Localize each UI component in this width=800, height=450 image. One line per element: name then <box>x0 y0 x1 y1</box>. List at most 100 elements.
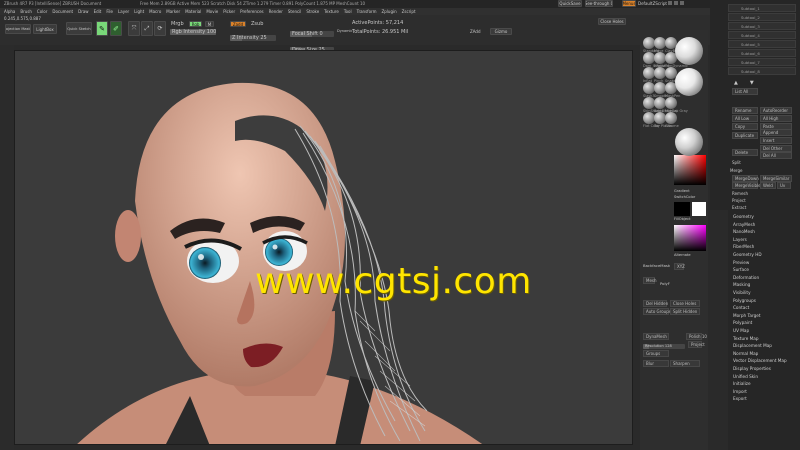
all-low-button[interactable]: All Low <box>732 115 758 122</box>
default-zscript-link[interactable]: DefaultZScript <box>638 2 667 6</box>
subtool-row[interactable]: Subtool_3 <box>728 22 796 30</box>
menu-item[interactable]: Edit <box>94 9 102 14</box>
project-section[interactable]: Project <box>732 199 746 203</box>
backface-mask-label[interactable]: BackfaceMask <box>643 264 670 268</box>
delete-button[interactable]: Delete <box>732 149 758 156</box>
zadd-toggle[interactable]: Zadd <box>230 21 246 27</box>
resolution-slider[interactable]: Resolution 128 <box>643 344 685 349</box>
tool-menu-item[interactable]: UV Map <box>733 328 749 333</box>
dynamesh-button[interactable]: DynaMesh <box>643 333 669 340</box>
tool-menu-item[interactable]: Geometry <box>733 214 754 219</box>
menu-item[interactable]: File <box>106 9 113 14</box>
menu-item[interactable]: Material <box>185 9 201 14</box>
tool-menu-item[interactable]: Morph Target <box>733 313 761 318</box>
tool-menu-item[interactable]: Geometry HD <box>733 252 762 257</box>
menu-item[interactable]: Preferences <box>240 9 264 14</box>
del-all-button[interactable]: Del All <box>760 152 792 159</box>
subtool-row[interactable]: Subtool_7 <box>728 58 796 66</box>
blur-button[interactable]: Blur <box>643 360 669 367</box>
tool-menu-item[interactable]: Surface <box>733 267 749 272</box>
material-preview[interactable] <box>675 128 703 156</box>
menu-item[interactable]: Tool <box>344 9 352 14</box>
xyz-toggle[interactable]: XYZ <box>674 263 685 270</box>
close-icon[interactable] <box>680 1 684 5</box>
dynamic-toggle[interactable]: Dynamic <box>337 29 352 34</box>
zsub-toggle[interactable]: Zsub <box>251 22 263 27</box>
menu-item[interactable]: Color <box>37 9 47 14</box>
polyframe-label[interactable]: PolyF <box>660 282 670 286</box>
menu-item[interactable]: Render <box>269 9 283 14</box>
sharpen-button[interactable]: Sharpen <box>670 360 700 367</box>
menu-item[interactable]: Document <box>52 9 73 14</box>
menu-item[interactable]: Marker <box>166 9 180 14</box>
split-hidden-button[interactable]: Split Hidden <box>670 308 700 315</box>
mesh-icon[interactable]: Mesh <box>643 277 657 284</box>
all-high-button[interactable]: All High <box>760 115 792 122</box>
menu-item[interactable]: Layer <box>118 9 129 14</box>
close-holes-button[interactable]: Close Holes <box>670 300 700 307</box>
del-hidden-button[interactable]: Del Hidden <box>643 300 668 307</box>
tool-menu-item[interactable]: Vector Displacement Map <box>733 358 787 363</box>
projection-master-button[interactable]: Projection Master <box>5 24 31 34</box>
tool-menu-item[interactable]: Polypaint <box>733 320 752 325</box>
see-through-slider[interactable]: See-through 0 <box>585 0 613 7</box>
append-button[interactable]: Append <box>760 129 792 136</box>
menu-item[interactable]: Brush <box>20 9 32 14</box>
tool-menu-item[interactable]: Visibility <box>733 290 751 295</box>
merge-similar-button[interactable]: MergeSimilar <box>760 175 792 182</box>
subtool-row[interactable]: Subtool_1 <box>728 4 796 12</box>
z-intensity-slider[interactable]: Z Intensity 25 <box>230 35 276 41</box>
tool-menu-item[interactable]: Import <box>733 389 747 394</box>
tool-menu-item[interactable]: Export <box>733 396 747 401</box>
menu-item[interactable]: Draw <box>78 9 88 14</box>
polish-slider[interactable]: Polish 10 <box>686 333 707 340</box>
menu-item[interactable]: Macro <box>149 9 161 14</box>
rotate-button[interactable]: ⟳ <box>154 21 166 36</box>
uv-toggle[interactable]: Uv <box>777 182 791 189</box>
brush-tile[interactable] <box>665 112 677 124</box>
document-canvas[interactable]: www.cgtsj.com <box>14 50 633 445</box>
menu-item[interactable]: Light <box>134 9 144 14</box>
tool-menu-item[interactable]: Contact <box>733 305 749 310</box>
menu-item[interactable]: Zplugin <box>382 9 397 14</box>
menu-item[interactable]: Picker <box>223 9 235 14</box>
list-all-button[interactable]: List All <box>732 88 758 95</box>
minimize-icon[interactable] <box>668 1 672 5</box>
weld-toggle[interactable]: Weld <box>760 182 776 189</box>
maximize-icon[interactable] <box>674 1 678 5</box>
rgb-toggle[interactable]: Rgb <box>189 21 202 27</box>
menu-item[interactable]: Alpha <box>4 9 15 14</box>
split-section[interactable]: Split <box>732 161 741 165</box>
tool-menu-item[interactable]: Initialize <box>733 381 751 386</box>
menu-item[interactable]: Movie <box>206 9 218 14</box>
tool-menu-item[interactable]: Deformation <box>733 275 759 280</box>
subtool-row[interactable]: Subtool_5 <box>728 40 796 48</box>
tool-menu-item[interactable]: Layers <box>733 237 747 242</box>
tool-menu-item[interactable]: Masking <box>733 282 750 287</box>
color-picker-2[interactable] <box>674 225 706 251</box>
auto-reorder-button[interactable]: AutoReorder <box>760 107 792 114</box>
tool-menu-item[interactable]: Polygroups <box>733 298 756 303</box>
arrow-up-icon[interactable]: ▲ <box>734 80 738 86</box>
sculpt-model[interactable] <box>15 51 633 445</box>
material-preview[interactable] <box>675 68 703 96</box>
quick-sketch-button[interactable]: Quick Sketch <box>66 22 92 35</box>
secondary-color-swatch[interactable] <box>692 202 706 216</box>
mrgb-label[interactable]: Mrgb <box>171 22 184 27</box>
subtool-row[interactable]: Subtool_8 <box>728 67 796 75</box>
quicksave-button[interactable]: QuickSave <box>558 0 582 7</box>
groups-button[interactable]: Groups <box>643 350 669 357</box>
duplicate-button[interactable]: Duplicate <box>732 132 758 139</box>
tool-menu-item[interactable]: Display Properties <box>733 366 771 371</box>
main-color-swatch[interactable] <box>674 202 690 216</box>
menu-item[interactable]: Transform <box>357 9 377 14</box>
switch-color-label[interactable]: SwitchColor <box>674 195 695 200</box>
lightbox-button[interactable]: LightBox <box>33 24 57 34</box>
tool-menu-item[interactable]: Displacement Map <box>733 343 772 348</box>
merge-section[interactable]: Merge <box>730 169 743 173</box>
edit-button[interactable]: ✎ <box>96 21 108 36</box>
tool-menu-item[interactable]: Preview <box>733 260 749 265</box>
zadd-shelf-button[interactable]: ZAdd <box>470 30 480 34</box>
merge-visible-button[interactable]: MergeVisible <box>732 182 761 189</box>
rename-button[interactable]: Rename <box>732 107 758 114</box>
